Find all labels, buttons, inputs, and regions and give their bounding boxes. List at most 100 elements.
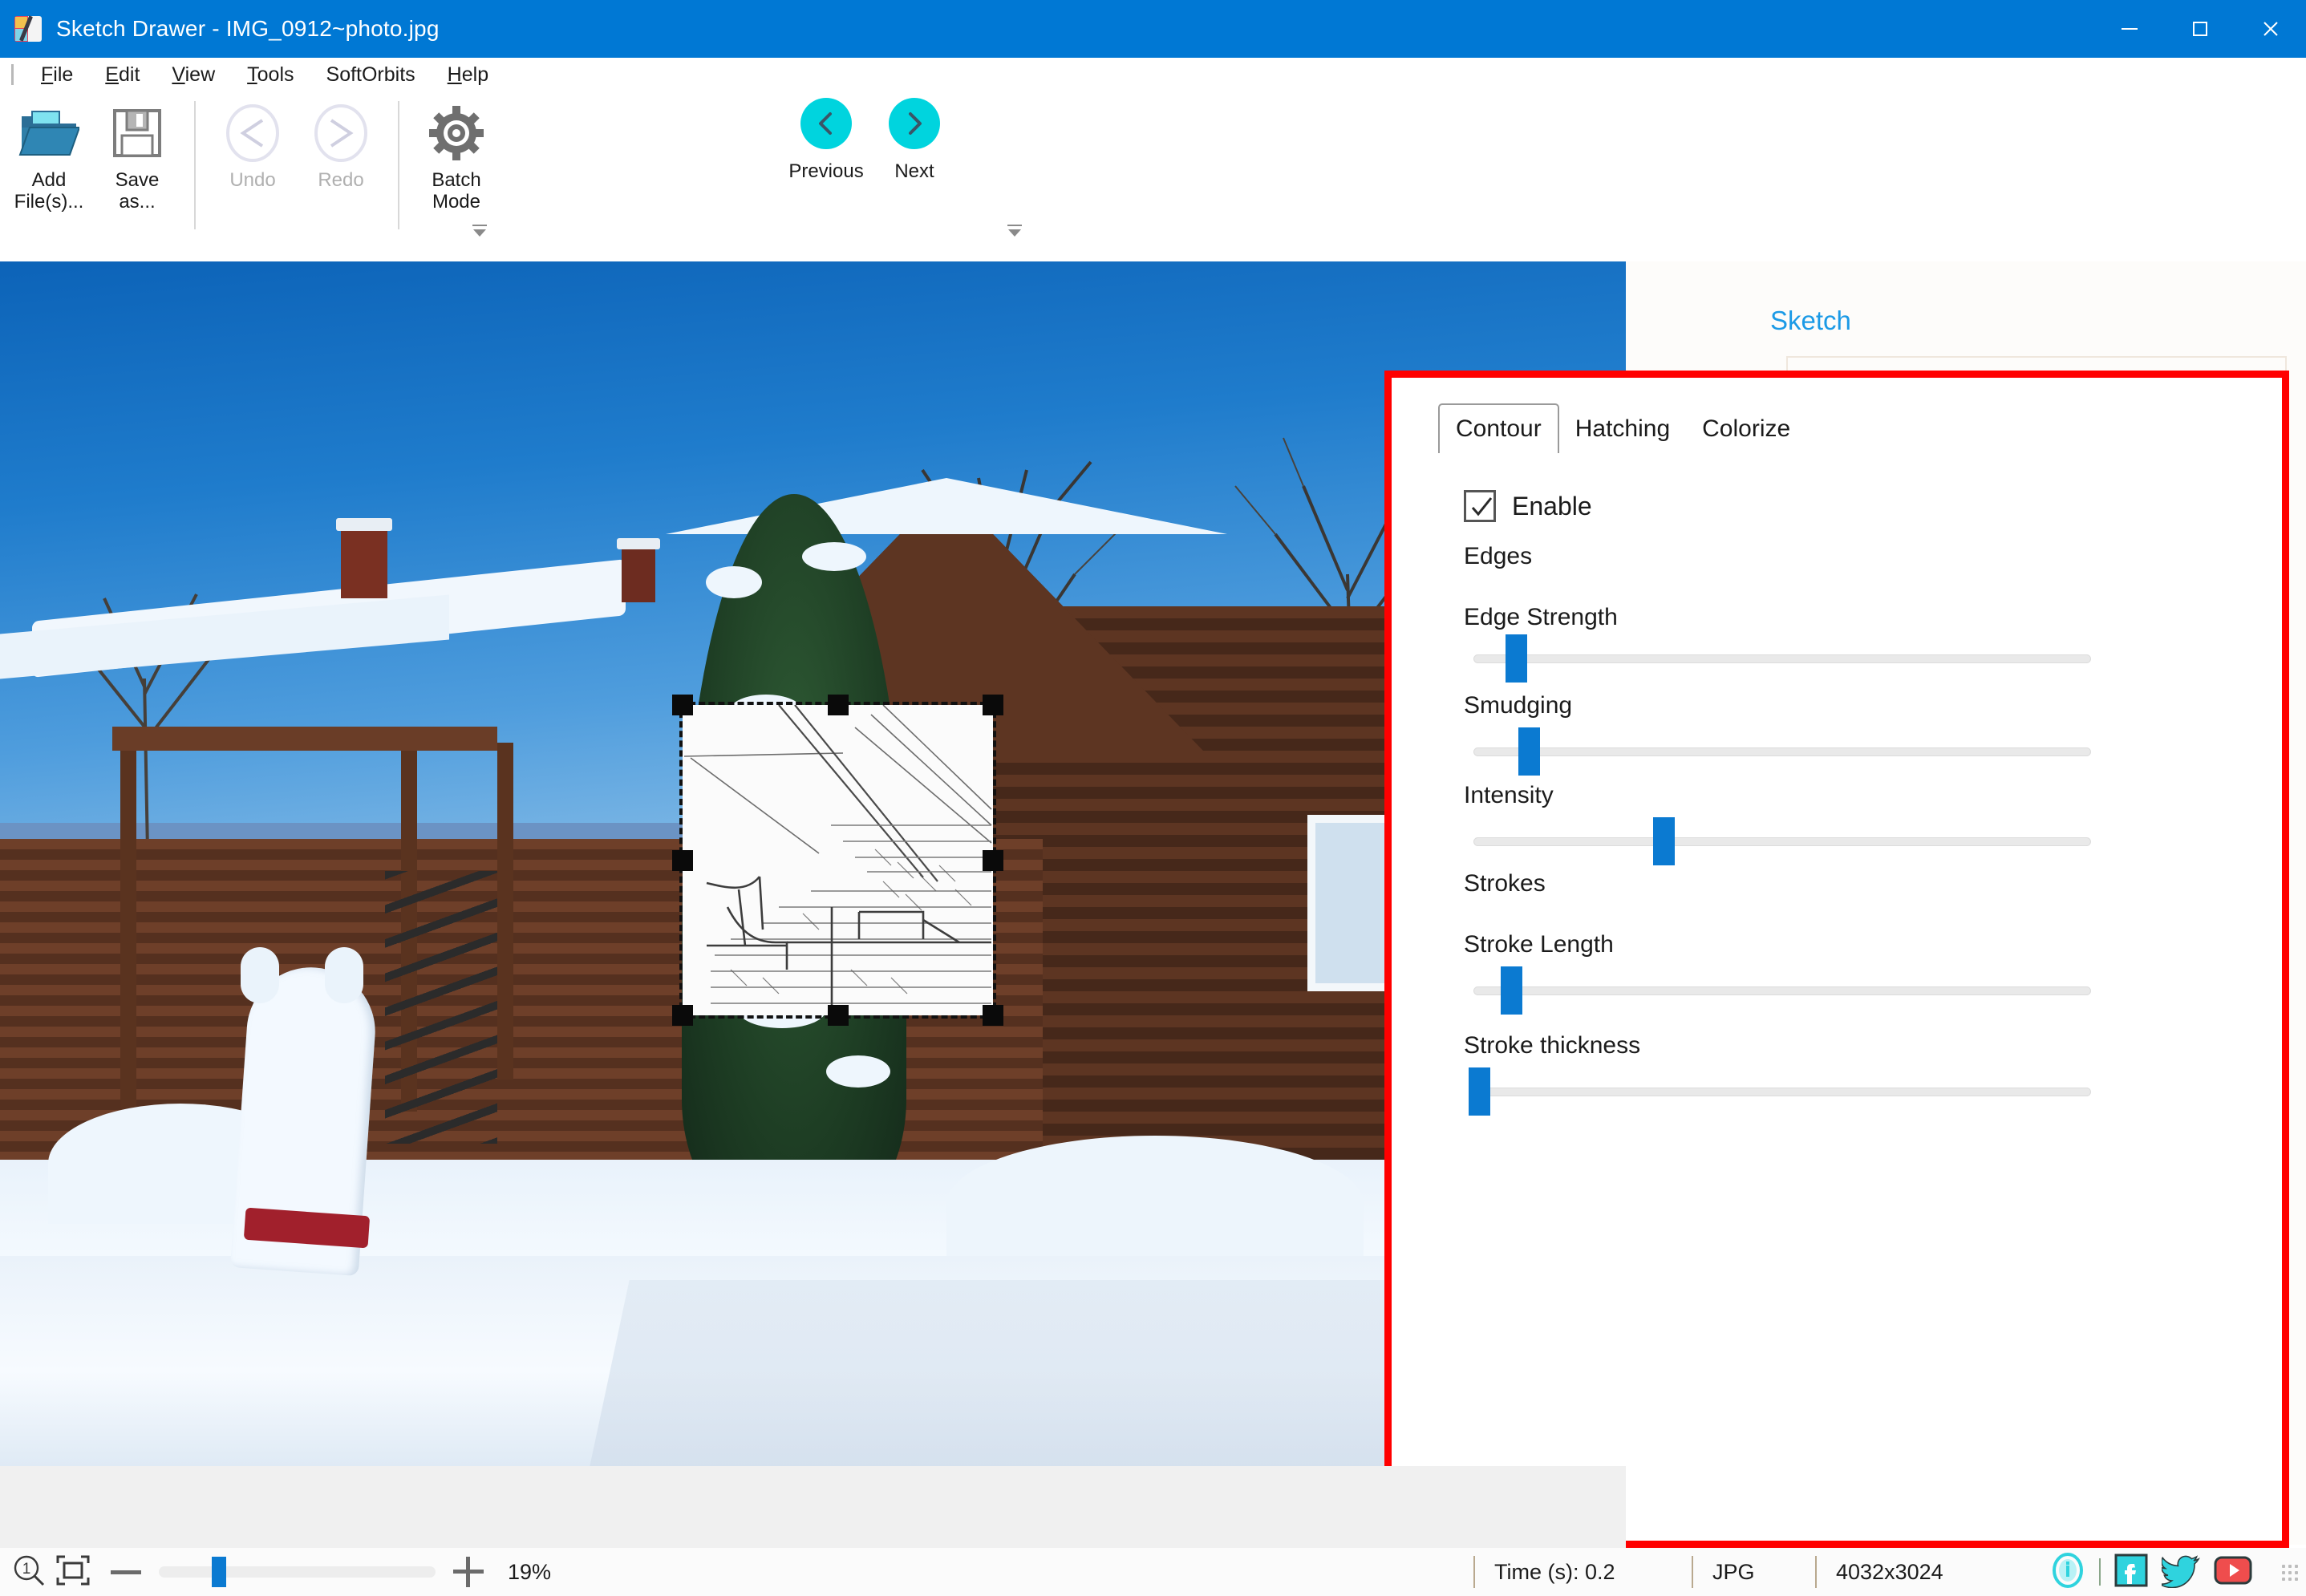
zoom-slider-thumb[interactable] <box>212 1557 226 1587</box>
stroke-length-label: Stroke Length <box>1464 931 1614 958</box>
next-button[interactable]: Next <box>870 98 958 183</box>
menu-item-softorbits[interactable]: SoftOrbits <box>310 58 432 91</box>
edges-group-heading: Edges <box>1464 543 1533 569</box>
window-title: Sketch Drawer - IMG_0912~photo.jpg <box>56 16 440 41</box>
menu-bar: File Edit View Tools SoftOrbits Help <box>0 58 2306 91</box>
social-links <box>2049 1552 2306 1593</box>
resize-handle-ne[interactable] <box>983 695 1003 715</box>
zoom-in-icon[interactable] <box>453 1557 484 1587</box>
application-window: Sketch Drawer - IMG_0912~photo.jpg File … <box>0 0 2306 1596</box>
previous-label: Previous <box>788 160 864 182</box>
smudging-slider[interactable] <box>1473 727 2091 776</box>
menu-item-tools[interactable]: Tools <box>231 58 310 91</box>
title-bar: Sketch Drawer - IMG_0912~photo.jpg <box>0 0 2306 58</box>
edge-strength-label: Edge Strength <box>1464 604 1618 630</box>
edge-strength-slider[interactable] <box>1473 634 2091 683</box>
stroke-thickness-thumb[interactable] <box>1469 1067 1490 1116</box>
resize-handle-sw[interactable] <box>672 1005 693 1026</box>
smudging-track[interactable] <box>1473 747 2091 756</box>
stroke-thickness-track[interactable] <box>1473 1088 2091 1096</box>
fit-to-window-icon[interactable] <box>55 1553 91 1592</box>
redo-button[interactable]: Redo <box>297 91 385 244</box>
menu-rest-help: elp <box>461 63 489 86</box>
app-logo-icon <box>14 14 43 43</box>
chevron-right-icon <box>889 98 940 149</box>
facebook-icon[interactable] <box>2113 1553 2149 1592</box>
next-label: Next <box>894 160 934 182</box>
menu-rest-file: ile <box>53 63 74 86</box>
intensity-thumb[interactable] <box>1653 817 1675 865</box>
strokes-group-heading: Strokes <box>1464 870 1546 897</box>
resize-handle-s[interactable] <box>828 1005 849 1026</box>
resize-handle-se[interactable] <box>983 1005 1003 1026</box>
menu-item-view[interactable]: View <box>156 58 231 91</box>
snow-trail <box>590 1280 1512 1466</box>
menu-rest-view: iew <box>184 63 216 86</box>
resize-handle-w[interactable] <box>672 850 693 871</box>
save-as-button[interactable]: Save as... <box>93 91 181 244</box>
porch-beam <box>112 727 497 751</box>
maximize-button[interactable] <box>2165 0 2235 58</box>
close-button[interactable] <box>2235 0 2306 58</box>
selection-handles <box>672 695 1003 1026</box>
navigation-group-expand-icon[interactable] <box>1004 220 1025 241</box>
save-as-label: Save as... <box>115 169 160 213</box>
navigation-group: Previous Next <box>782 98 958 183</box>
smudging-thumb[interactable] <box>1518 727 1540 776</box>
resize-handle-nw[interactable] <box>672 695 693 715</box>
image-canvas[interactable] <box>0 261 1626 1466</box>
menu-item-help[interactable]: Help <box>432 58 505 91</box>
porch-stairs <box>385 871 497 1144</box>
edge-strength-track[interactable] <box>1473 654 2091 663</box>
tab-hatching[interactable]: Hatching <box>1559 405 1686 453</box>
intensity-label: Intensity <box>1464 782 1554 808</box>
menu-item-edit[interactable]: Edit <box>89 58 156 91</box>
panel-title: Sketch <box>1770 306 1851 335</box>
sketch-settings-panel: Contour Hatching Colorize Enable Edges E… <box>1384 371 2289 1548</box>
redo-arrow-icon <box>310 103 371 164</box>
stroke-thickness-slider[interactable] <box>1469 1067 2091 1116</box>
menu-item-file[interactable]: File <box>25 58 89 91</box>
intensity-slider[interactable] <box>1473 817 2091 865</box>
resize-handle-e[interactable] <box>983 850 1003 871</box>
menu-accel-help: H <box>447 63 462 86</box>
resize-handle-n[interactable] <box>828 695 849 715</box>
resize-grip[interactable] <box>2280 1563 2298 1581</box>
enable-checkbox[interactable] <box>1464 490 1496 522</box>
youtube-icon[interactable] <box>2213 1554 2253 1590</box>
menu-accel-tools: T <box>247 63 257 86</box>
house-roof-snow <box>666 478 1227 534</box>
chimney-2 <box>617 538 660 602</box>
undo-button[interactable]: Undo <box>209 91 297 244</box>
porch-post <box>497 743 513 1080</box>
settings-tabs: Contour Hatching Colorize <box>1438 403 1806 453</box>
status-bar: 1 19% Time (s): 0.2 JPG 4032x3024 <box>0 1548 2306 1596</box>
undo-arrow-icon <box>222 103 283 164</box>
intensity-track[interactable] <box>1473 837 2091 846</box>
zoom-actual-size-icon[interactable]: 1 <box>11 1553 47 1592</box>
tab-contour[interactable]: Contour <box>1438 403 1559 453</box>
zoom-controls: 1 19% <box>0 1553 551 1592</box>
chevron-left-icon <box>800 98 852 149</box>
stroke-length-slider[interactable] <box>1473 966 2091 1015</box>
slide-rail <box>325 947 363 1003</box>
smudging-label: Smudging <box>1464 692 1573 719</box>
tab-colorize[interactable]: Colorize <box>1686 405 1806 453</box>
toolbar-group-expand-icon[interactable] <box>469 220 490 241</box>
zoom-slider-track[interactable] <box>159 1557 436 1587</box>
previous-button[interactable]: Previous <box>782 98 870 183</box>
edge-strength-thumb[interactable] <box>1506 634 1527 683</box>
zoom-percent-value: 19% <box>508 1559 552 1584</box>
minimize-button[interactable] <box>2094 0 2165 58</box>
add-files-button[interactable]: Add File(s)... <box>5 91 93 244</box>
zoom-out-icon[interactable] <box>111 1570 141 1574</box>
enable-checkbox-row[interactable]: Enable <box>1464 490 1592 522</box>
twitter-icon[interactable] <box>2159 1553 2200 1592</box>
stroke-length-track[interactable] <box>1473 986 2091 995</box>
stroke-length-thumb[interactable] <box>1501 966 1522 1015</box>
info-icon[interactable] <box>2049 1552 2086 1593</box>
menu-rest-softorbits: SoftOrbits <box>326 63 415 86</box>
image-dimensions: 4032x3024 <box>1836 1559 1943 1584</box>
menu-grip[interactable] <box>11 64 14 85</box>
canvas-bottom-strip <box>0 1466 1626 1548</box>
